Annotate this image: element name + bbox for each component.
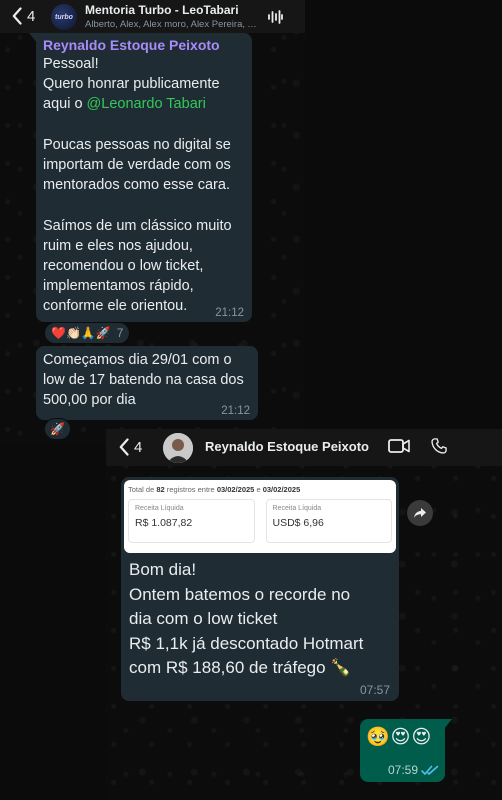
message-meta: 07:59 [388, 763, 439, 777]
group-members[interactable]: Alberto, Alex, Alex moro, Alex Pereira, … [85, 19, 260, 30]
avatar[interactable] [163, 433, 193, 463]
back-chevron-icon [12, 7, 22, 25]
outgoing-message-bubble[interactable]: 🥹😍😍 07:59 [360, 719, 452, 782]
image-message-bubble[interactable]: Total de 82 registros entre 03/02/2025 e… [121, 477, 399, 701]
group-chat-header: 4 turbo Mentoria Turbo - LeoTabari Alber… [0, 0, 305, 33]
direct-chat-screenshot: 4 Reynaldo Estoque Peixoto Total de 82 r… [106, 429, 502, 800]
message-time: 07:59 [387, 763, 418, 777]
share-icon [414, 508, 426, 518]
group-chat-screenshot: 4 turbo Mentoria Turbo - LeoTabari Alber… [0, 0, 305, 443]
message-text: Pessoal! Quero honrar publicamente aqui … [43, 54, 243, 317]
read-ticks-icon [421, 765, 439, 775]
message-time: 21:12 [221, 405, 250, 417]
back-chevron-icon [119, 438, 129, 456]
summary-mid: registros entre [164, 485, 217, 494]
reactions-badge[interactable]: 🚀 [44, 418, 71, 440]
back-button[interactable]: 4 [12, 7, 35, 25]
bubble-tail [29, 33, 37, 43]
message-text: Começamos dia 29/01 com o low de 17 bate… [43, 352, 244, 409]
person-avatar-icon [163, 433, 193, 463]
back-button[interactable]: 4 [119, 438, 142, 456]
metric-card: Receita Líquida R$ 1.087,82 [128, 499, 255, 543]
direct-chat-header: 4 Reynaldo Estoque Peixoto [106, 429, 502, 466]
waveform-icon[interactable] [267, 10, 283, 24]
metric-label: Receita Líquida [135, 505, 184, 512]
message-emojis: 🥹😍😍 [366, 727, 433, 748]
contact-name[interactable]: Reynaldo Estoque Peixoto [205, 439, 369, 454]
metric-value: R$ 1.087,82 [135, 517, 193, 529]
bubble-tail [444, 719, 452, 729]
message-bubble[interactable]: Começamos dia 29/01 com o low de 17 bate… [36, 346, 258, 420]
message-bubble[interactable]: Reynaldo Estoque Peixoto Pessoal! Quero … [29, 33, 252, 322]
metric-value: USD$ 6,96 [272, 517, 324, 529]
reaction-emojis: ❤️👏🏻🙏🚀 [51, 326, 111, 340]
report-screenshot-image[interactable]: Total de 82 registros entre 03/02/2025 e… [124, 480, 396, 553]
report-summary: Total de 82 registros entre 03/02/2025 e… [128, 485, 392, 494]
reaction-count: 7 [116, 326, 124, 340]
sender-name[interactable]: Reynaldo Estoque Peixoto [43, 37, 243, 54]
phone-icon[interactable] [430, 437, 448, 455]
mention-link[interactable]: @Leonardo Tabari [87, 96, 206, 112]
message-text: Bom dia! Ontem batemos o recorde no dia … [129, 560, 364, 677]
unread-count: 4 [27, 7, 36, 25]
summary-prefix: Total de [128, 485, 157, 494]
video-call-icon[interactable] [388, 437, 410, 455]
metrics-row: Receita Líquida R$ 1.087,82 Receita Líqu… [128, 499, 392, 543]
group-avatar[interactable]: turbo [51, 4, 77, 30]
message-time: 07:57 [359, 683, 390, 697]
message-body: Poucas pessoas no digital se importam de… [43, 136, 232, 315]
metric-label: Receita Líquida [272, 505, 322, 512]
summary-and: e [254, 485, 263, 494]
message-time: 21:12 [215, 307, 244, 319]
date-from: 03/02/2025 [216, 485, 255, 494]
unread-count: 4 [134, 438, 143, 456]
reactions-badge[interactable]: ❤️👏🏻🙏🚀 7 [44, 322, 131, 344]
share-button[interactable] [407, 500, 433, 526]
group-title[interactable]: Mentoria Turbo - LeoTabari [85, 3, 239, 17]
reaction-emojis: 🚀 [50, 422, 65, 436]
summary-count: 82 [156, 485, 165, 494]
metric-card: Receita Líquida USD$ 6,96 [265, 499, 392, 543]
group-avatar-text: turbo [55, 13, 73, 21]
date-to: 03/02/2025 [262, 485, 301, 494]
